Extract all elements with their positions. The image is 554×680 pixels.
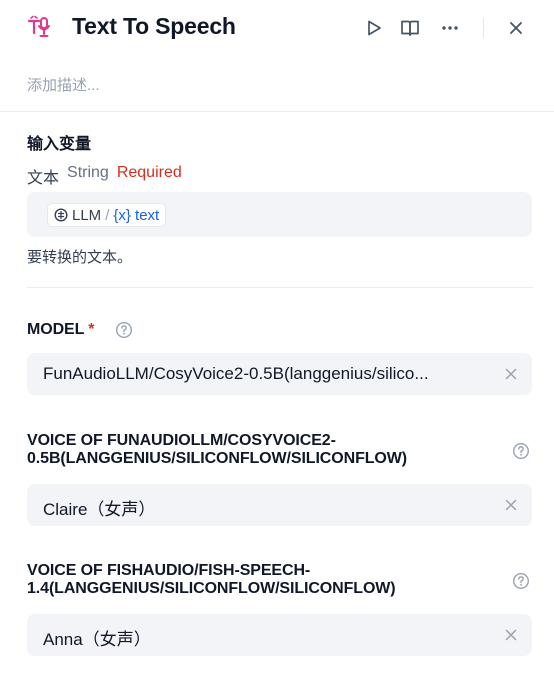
voice1-select[interactable]: Claire（女声） [27, 484, 532, 526]
voice2-label-line1: VOICE OF FISHAUDIO/FISH-SPEECH- [27, 562, 311, 579]
voice2-label: VOICE OF FISHAUDIO/FISH-SPEECH- 1.4(LANG… [27, 562, 396, 598]
more-button[interactable] [438, 16, 462, 40]
clear-icon[interactable] [502, 626, 520, 644]
required-label: Required [116, 164, 182, 181]
path-separator: / [105, 206, 110, 224]
run-button[interactable] [362, 16, 386, 40]
help-icon[interactable] [115, 321, 133, 339]
text-to-speech-icon [27, 15, 50, 37]
close-button[interactable] [504, 16, 528, 40]
header-divider [483, 18, 484, 38]
source-variable: {x} text [113, 206, 160, 224]
input-variables-title: 输入变量 [27, 136, 92, 153]
help-icon[interactable] [512, 572, 530, 590]
book-icon [401, 20, 419, 36]
model-select[interactable]: FunAudioLLM/CosyVoice2-0.5B(langgenius/s… [27, 353, 532, 395]
model-select-value: FunAudioLLM/CosyVoice2-0.5B(langgenius/s… [43, 364, 429, 383]
voice2-label-line2: 1.4(LANGGENIUS/SILICONFLOW/SILICONFLOW) [27, 580, 396, 597]
description-input[interactable]: 添加描述... [27, 74, 100, 95]
source-node-name: LLM [72, 206, 102, 224]
clear-icon[interactable] [502, 496, 520, 514]
more-icon [442, 26, 458, 30]
voice1-select-value: Claire（女声） [43, 500, 156, 519]
clear-icon[interactable] [502, 365, 520, 383]
play-icon [368, 20, 381, 36]
variable-reference-chip[interactable]: LLM / {x} text [47, 203, 167, 227]
model-label: MODEL * [27, 321, 95, 339]
variable-name: 文本 [27, 170, 60, 187]
llm-node-icon [54, 208, 68, 222]
variable-description: 要转换的文本。 [27, 249, 133, 266]
variable-selector[interactable]: LLM / {x} text [27, 192, 532, 237]
voice1-label: VOICE OF FUNAUDIOLLM/COSYVOICE2- 0.5B(LA… [27, 432, 407, 468]
voice1-label-line2: 0.5B(LANGGENIUS/SILICONFLOW/SILICONFLOW) [27, 450, 407, 467]
voice2-select-value: Anna（女声） [43, 630, 151, 649]
required-star: * [88, 321, 95, 338]
variable-type: String [67, 164, 109, 181]
help-docs-button[interactable] [398, 16, 422, 40]
model-label-text: MODEL [27, 321, 85, 338]
node-title[interactable]: Text To Speech [72, 13, 236, 40]
variable-meta: 文本 String Required [27, 164, 182, 188]
section-divider [27, 287, 533, 288]
voice1-label-line1: VOICE OF FUNAUDIOLLM/COSYVOICE2- [27, 432, 336, 449]
help-icon[interactable] [512, 442, 530, 460]
section-divider [0, 111, 554, 112]
voice2-select[interactable]: Anna（女声） [27, 614, 532, 656]
panel-header: Text To Speech [0, 0, 554, 58]
close-icon [510, 22, 522, 34]
